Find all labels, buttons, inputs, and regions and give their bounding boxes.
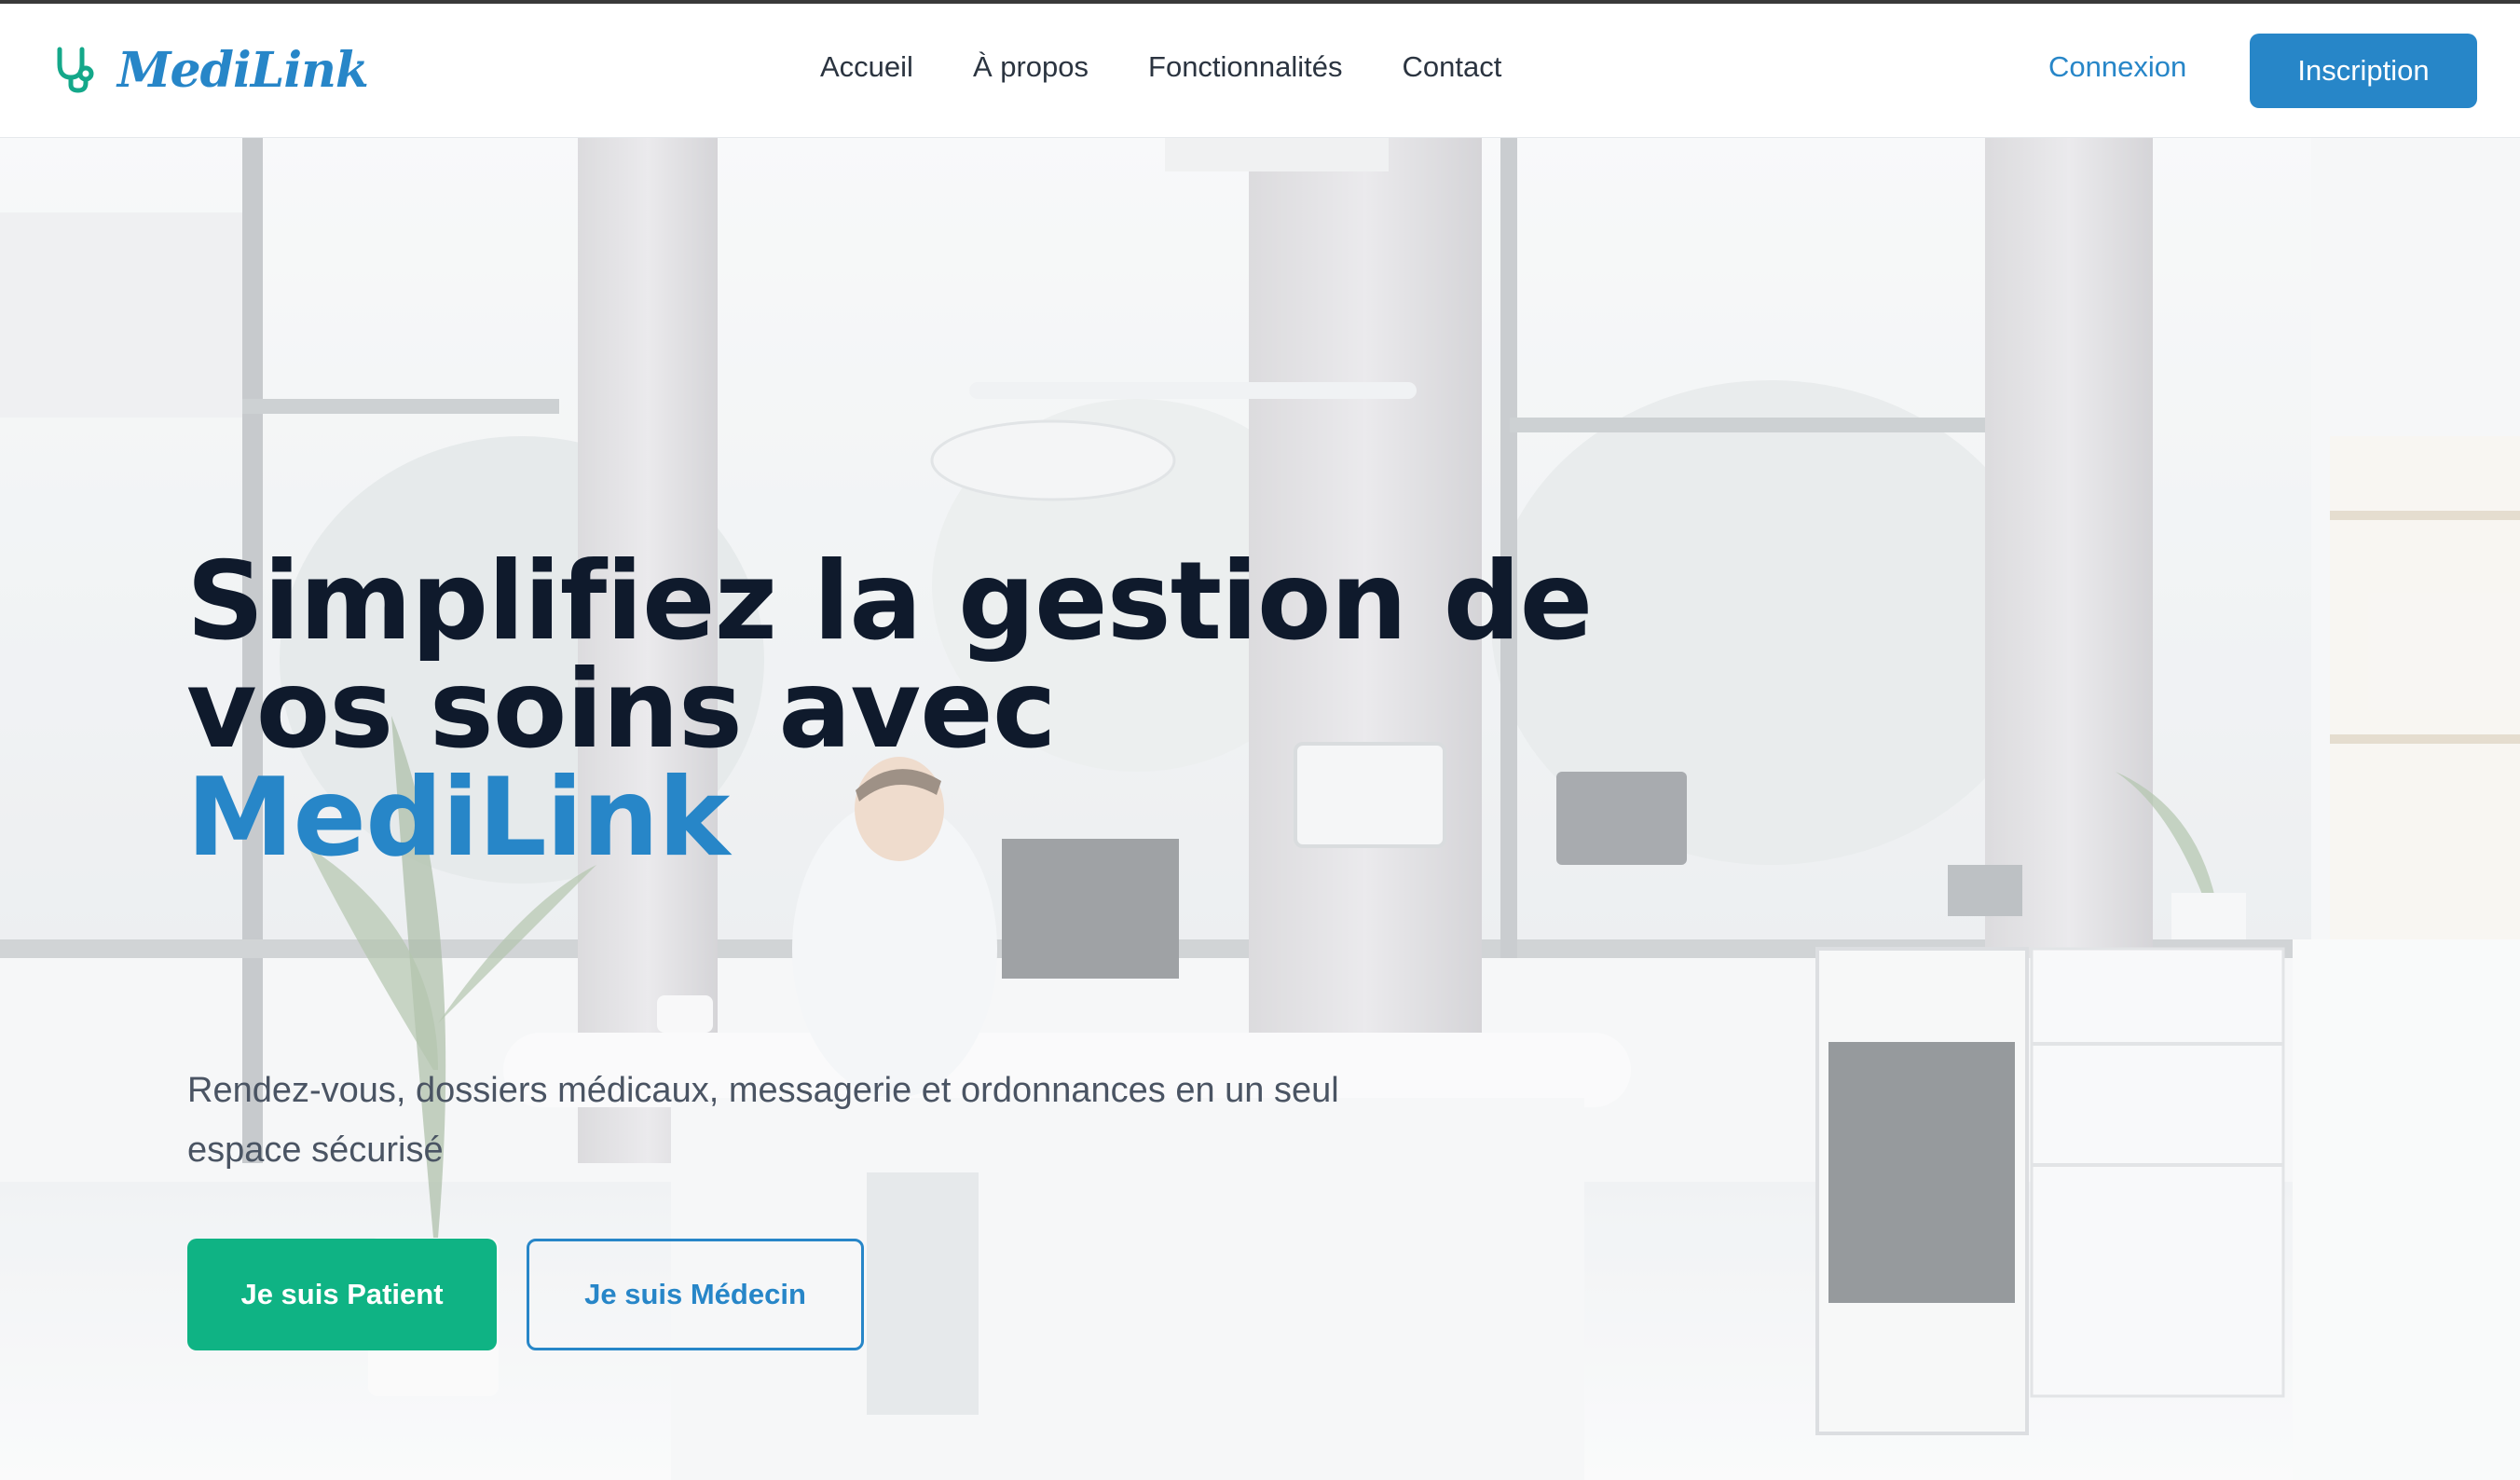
patient-button[interactable]: Je suis Patient <box>187 1239 497 1350</box>
stethoscope-icon <box>57 47 94 93</box>
hero-section: Simplifiez la gestion de vos soins avec … <box>0 138 2520 1480</box>
main-nav: Accueil À propos Fonctionnalités Contact <box>820 50 1561 84</box>
hero-headline: Simplifiez la gestion de vos soins avec … <box>186 539 1593 881</box>
nav-link-contact[interactable]: Contact <box>1403 50 1502 84</box>
nav-link-accueil[interactable]: Accueil <box>820 50 913 84</box>
logo-text: MediLink <box>117 41 369 99</box>
signup-button[interactable]: Inscription <box>2250 34 2477 108</box>
doctor-button[interactable]: Je suis Médecin <box>527 1239 864 1350</box>
login-link[interactable]: Connexion <box>2048 50 2186 84</box>
nav-link-a-propos[interactable]: À propos <box>973 50 1089 84</box>
headline-line-1: Simplifiez la gestion de <box>186 539 1593 665</box>
headline-line-2: vos soins avec <box>186 647 1057 773</box>
navbar: MediLink Accueil À propos Fonctionnalité… <box>0 4 2520 138</box>
nav-link-fonctionnalites[interactable]: Fonctionnalités <box>1148 50 1343 84</box>
hero-subtitle: Rendez-vous, dossiers médicaux, messager… <box>187 1071 1339 1170</box>
logo[interactable]: MediLink <box>54 37 369 103</box>
headline-brand: MediLink <box>186 755 730 881</box>
